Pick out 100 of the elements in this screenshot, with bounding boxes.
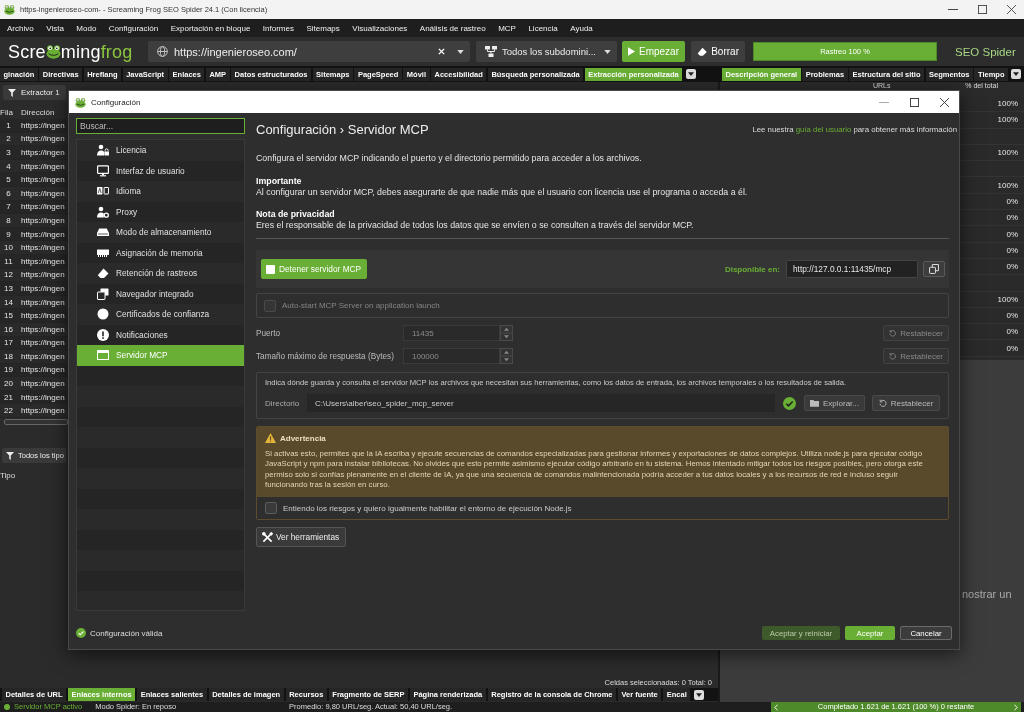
table-cell: https://ingen: [21, 365, 65, 375]
menu-item[interactable]: Licencia: [528, 23, 558, 33]
row-number: 6: [5, 188, 12, 198]
settings-nav-item[interactable]: Retención de rastreos: [77, 263, 244, 284]
copy-icon: [929, 264, 939, 274]
settings-nav-item[interactable]: Idioma: [77, 181, 244, 202]
view-tools-button[interactable]: Ver herramientas: [256, 527, 347, 548]
table-cell: 0%: [1006, 262, 1018, 272]
eraser-icon: [97, 267, 109, 280]
menu-item[interactable]: Archivo: [7, 23, 34, 33]
note-text: Al configurar un servidor MCP, debes asegurarte de que nadie más que el usuario con licencia use el programa o acceda a él.: [256, 187, 749, 198]
table-cell: https://ingen: [21, 270, 65, 280]
column-header[interactable]: Tipo: [0, 470, 16, 480]
row-number: 3: [5, 148, 12, 157]
reset-icon: [878, 399, 887, 407]
menu-item[interactable]: Visualizaciones: [352, 23, 408, 33]
filter-button[interactable]: Extractor 1: [3, 85, 66, 100]
row-number: 5: [5, 175, 12, 185]
frog-icon: [45, 44, 61, 59]
url-field[interactable]: https://ingenieroseo.com/: [148, 41, 470, 62]
menu-item[interactable]: MCP: [498, 23, 516, 33]
folder-icon: [810, 399, 819, 407]
menu-item[interactable]: Modo: [76, 23, 97, 33]
row-number: 18: [3, 351, 14, 361]
filter-icon: [8, 88, 16, 97]
table-cell: https://ingen: [21, 351, 65, 361]
caret-icon[interactable]: [457, 49, 464, 54]
settings-nav-item[interactable]: Navegador integrado: [77, 283, 244, 304]
table-cell: 0%: [1006, 311, 1018, 320]
settings-nav-item[interactable]: Certificados de confianza: [77, 304, 244, 325]
address-label: Disponible en:: [724, 264, 780, 274]
menu-item[interactable]: Informes: [262, 23, 294, 33]
field-label: Tamaño máximo de respuesta (Bytes): [256, 351, 395, 361]
scope-dropdown[interactable]: Todos los subdomini...: [476, 41, 617, 62]
close-icon[interactable]: [940, 97, 949, 107]
row-number: 9: [5, 229, 12, 239]
browse-button[interactable]: Explorar...: [804, 395, 865, 411]
maximize-icon[interactable]: [910, 97, 919, 107]
settings-nav-item[interactable]: Notificaciones: [77, 324, 244, 345]
intro-text: Configura el servidor MCP indicando el puerto y el directorio permitido para acceder a los archivos.: [256, 153, 643, 164]
table-cell: https://ingen: [21, 406, 65, 416]
more-tabs-button[interactable]: [685, 69, 696, 79]
frog-icon: [75, 96, 86, 108]
more-tabs-button[interactable]: [1011, 69, 1022, 79]
caret-icon: [604, 49, 611, 54]
table-cell: https://ingen: [21, 215, 65, 225]
note-title: Nota de privacidad: [256, 209, 336, 220]
empty-message: nostrar un: [962, 587, 1012, 600]
warning-title: Advertencia: [280, 433, 326, 443]
clear-icon[interactable]: [438, 48, 445, 55]
column-header[interactable]: Fila: [0, 107, 17, 117]
logo-text: ming: [60, 41, 101, 62]
horizontal-scrollbar[interactable]: [4, 419, 68, 426]
table-cell: https://ingen: [21, 134, 65, 144]
table-cell: https://ingen: [21, 148, 65, 157]
stepper-icon[interactable]: [500, 348, 513, 364]
menu-item[interactable]: Exportación en bloque: [170, 23, 251, 33]
menu-item[interactable]: Configuración: [108, 23, 159, 33]
checkbox[interactable]: [265, 502, 277, 515]
settings-nav-item[interactable]: Interfaz de usuario: [77, 160, 244, 181]
settings-nav-item[interactable]: Proxy: [77, 201, 244, 222]
caret-icon: [1013, 72, 1020, 76]
settings-nav-item[interactable]: Asignación de memoria: [77, 242, 244, 263]
row-number: 17: [3, 338, 14, 348]
maximize-icon[interactable]: [978, 5, 987, 14]
reset-icon: [889, 329, 897, 337]
menu-item[interactable]: Análisis de rastreo: [419, 23, 486, 33]
chevron-left-icon[interactable]: [774, 703, 778, 711]
menu-item[interactable]: Ayuda: [570, 23, 593, 33]
status-dot-icon: [4, 704, 10, 710]
user-gear-icon: [97, 205, 109, 218]
table-cell: 0%: [1006, 245, 1018, 255]
field-label: Puerto: [256, 328, 282, 338]
table-cell: 0%: [1006, 327, 1018, 337]
clear-button[interactable]: Borrar: [691, 41, 745, 62]
settings-nav-item[interactable]: Licencia: [77, 140, 244, 161]
monitor-icon: [97, 164, 109, 177]
menu-item[interactable]: Vista: [46, 23, 64, 33]
logo-text: frog: [100, 41, 133, 62]
checkbox-label: Auto-start MCP Server on application launch: [282, 301, 440, 310]
directory-field[interactable]: C:\Users\alber\seo_spider_mcp_server: [307, 394, 775, 412]
field-label: Directorio: [265, 398, 301, 408]
stepper-icon[interactable]: [500, 325, 513, 341]
chevron-right-icon[interactable]: [1014, 703, 1018, 711]
globe-icon: [157, 46, 168, 57]
address-field[interactable]: http://127.0.0.1:11435/mcp: [786, 260, 918, 278]
search-field[interactable]: Buscar...: [76, 118, 245, 134]
reset-button[interactable]: Restablecer: [872, 395, 940, 411]
menu-item[interactable]: Sitemaps: [306, 23, 340, 33]
row-number: 12: [3, 270, 14, 280]
table-cell: https://ingen: [21, 161, 65, 171]
note-text: Eres el responsable de la privacidad de todos los datos que se envíen o se consulten a través del servidor MCP.: [256, 220, 695, 231]
more-tabs-button[interactable]: [694, 689, 705, 700]
table-cell: https://ingen: [21, 324, 65, 334]
row-number: 14: [3, 297, 14, 307]
column-header[interactable]: Dirección: [21, 107, 55, 117]
copy-button[interactable]: [923, 261, 945, 277]
settings-nav-item[interactable]: Modo de almacenamiento: [77, 222, 244, 243]
close-icon[interactable]: [1007, 5, 1016, 14]
logo-text: Scre: [8, 41, 46, 62]
